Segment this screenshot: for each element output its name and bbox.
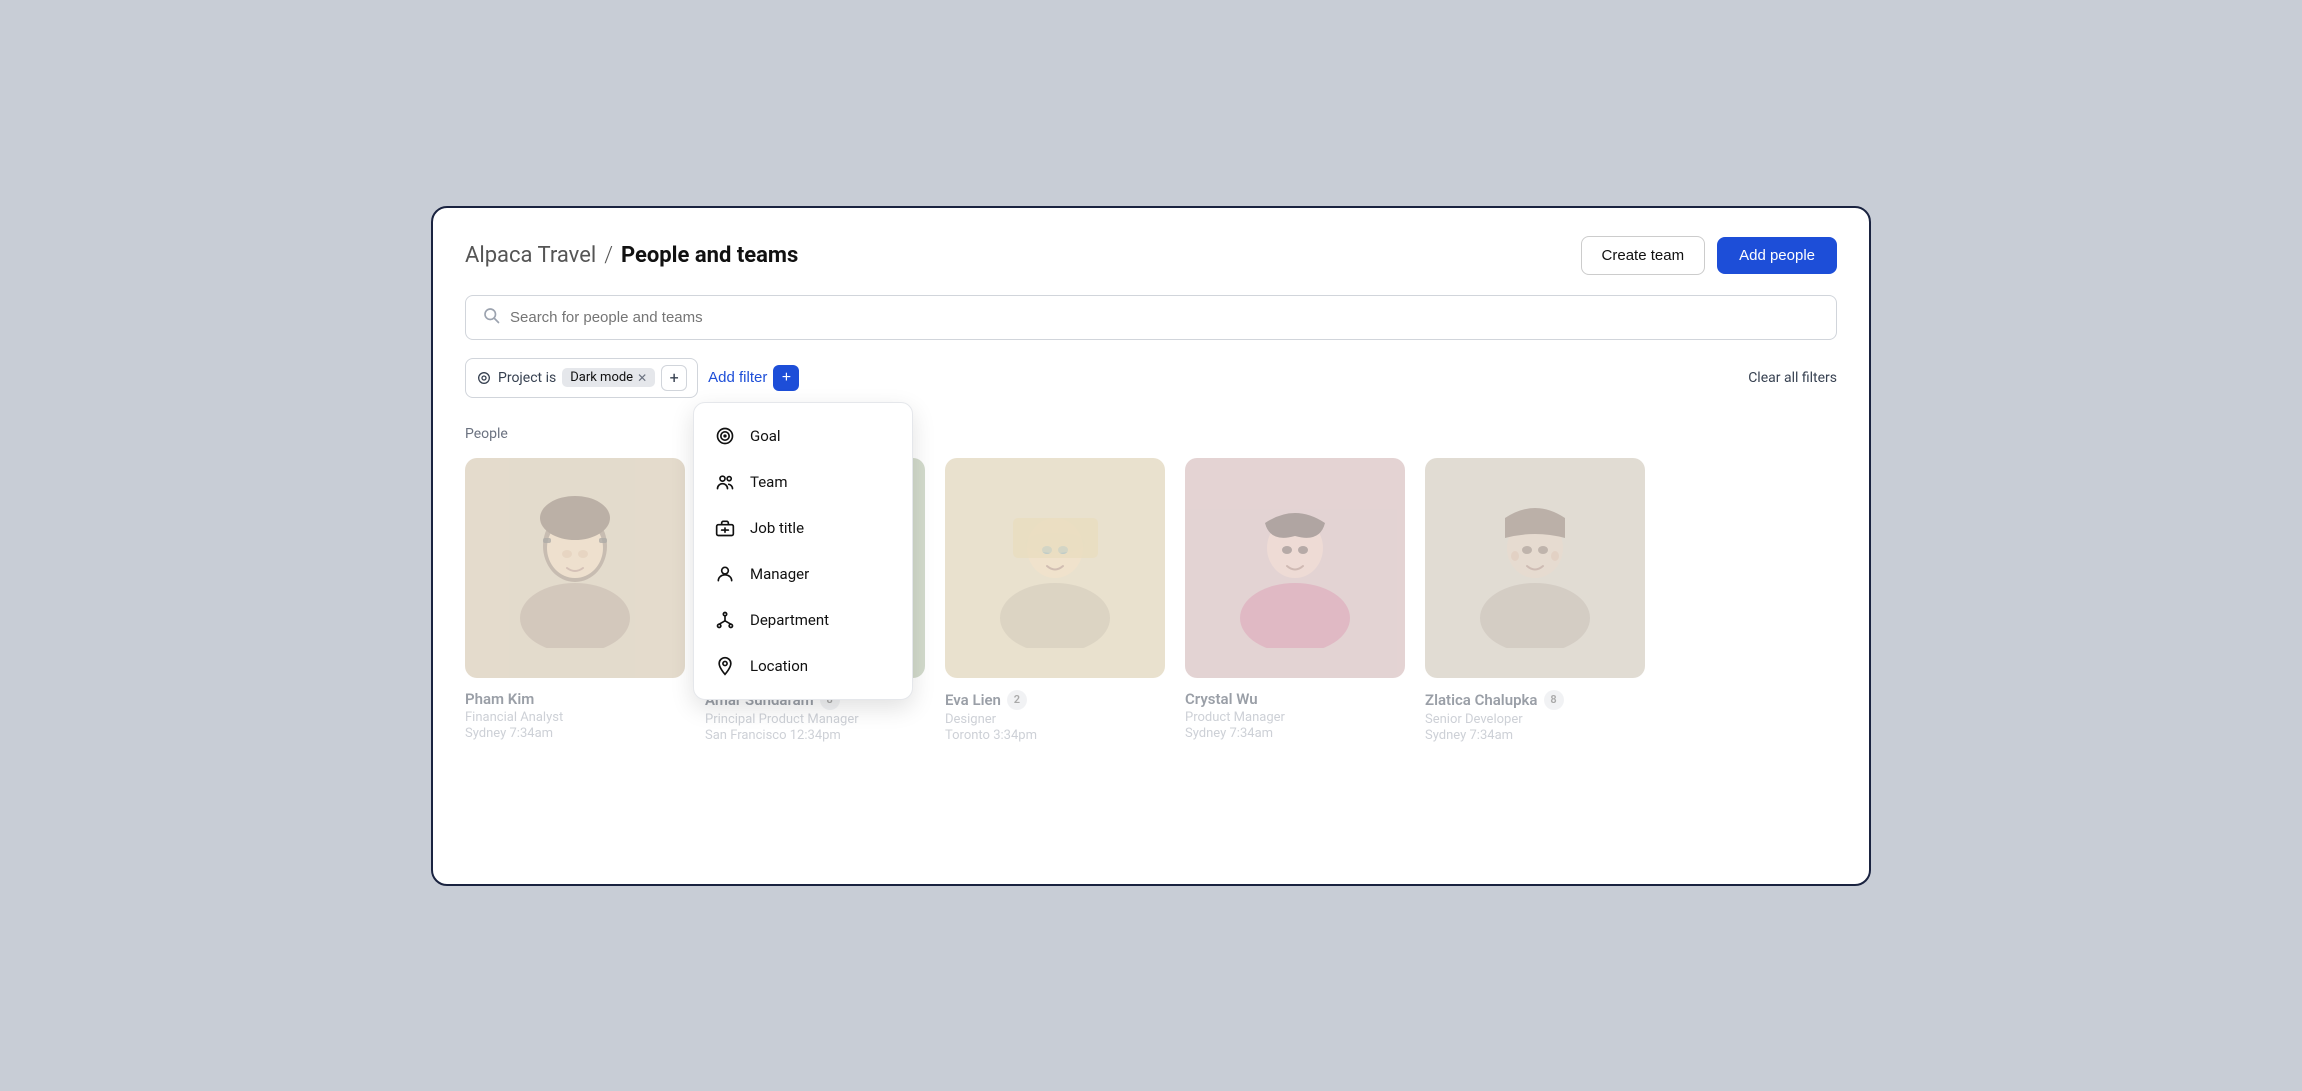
add-filter-plus-icon: + [773,365,799,391]
clear-all-filters-button[interactable]: Clear all filters [1748,370,1837,386]
filter-project-label: Project is [498,370,556,386]
person-role-5: Senior Developer [1425,712,1523,727]
breadcrumb-sep: / [604,243,613,268]
dropdown-item-goal[interactable]: Goal [694,413,912,459]
dropdown-item-job-title[interactable]: Job title [694,505,912,551]
person-role-2: Principal Product Manager [705,712,859,727]
location-icon [714,655,736,677]
dropdown-manager-label: Manager [750,565,809,583]
filter-tag-project: Project is Dark mode ✕ + [465,358,698,398]
filter-project-value: Dark mode ✕ [562,368,655,387]
add-people-button[interactable]: Add people [1717,237,1837,274]
person-name-1: Pham Kim [465,690,534,708]
person-role-4: Product Manager [1185,710,1285,725]
filter-bar: Project is Dark mode ✕ + Add filter + Cl… [465,358,1837,398]
filter-tag-add-button[interactable]: + [661,365,687,391]
avatar-5 [1425,458,1645,678]
dropdown-department-label: Department [750,611,829,629]
avatar-3 [945,458,1165,678]
filter-dropdown: Goal Team [693,402,913,700]
dropdown-team-label: Team [750,473,788,491]
page-title: People and teams [621,243,798,268]
search-input[interactable] [510,309,1820,326]
dropdown-item-team[interactable]: Team [694,459,912,505]
person-card-1[interactable]: Pham Kim Financial Analyst Sydney 7:34am [465,458,685,743]
dropdown-goal-label: Goal [750,427,781,445]
breadcrumb: Alpaca Travel / People and teams [465,243,798,268]
filter-remove-button[interactable]: ✕ [637,371,647,385]
search-bar [465,295,1837,340]
person-badge-3: 2 [1007,690,1027,710]
briefcase-icon [714,517,736,539]
person-name-3: Eva Lien 2 [945,690,1027,710]
person-location-3: Toronto 3:34pm [945,728,1037,743]
team-icon [714,471,736,493]
dropdown-location-label: Location [750,657,808,675]
filter-icon [476,370,492,386]
person-card-4[interactable]: Crystal Wu Product Manager Sydney 7:34am [1185,458,1405,743]
app-window: Alpaca Travel / People and teams Create … [431,206,1871,886]
person-location-4: Sydney 7:34am [1185,726,1273,741]
person-location-2: San Francisco 12:34pm [705,728,841,743]
person-role-3: Designer [945,712,996,727]
people-grid: Pham Kim Financial Analyst Sydney 7:34am [465,458,1837,743]
person-name-5: Zlatica Chalupka 8 [1425,690,1564,710]
person-location-5: Sydney 7:34am [1425,728,1513,743]
section-label: People [465,426,1837,442]
add-filter-label: Add filter [708,369,767,386]
person-name-4: Crystal Wu [1185,690,1258,708]
avatar-4 [1185,458,1405,678]
dropdown-item-manager[interactable]: Manager [694,551,912,597]
person-card-5[interactable]: Zlatica Chalupka 8 Senior Developer Sydn… [1425,458,1645,743]
person-icon [714,563,736,585]
person-role-1: Financial Analyst [465,710,563,725]
breadcrumb-parent: Alpaca Travel [465,243,596,268]
person-card-3[interactable]: Eva Lien 2 Designer Toronto 3:34pm [945,458,1165,743]
header: Alpaca Travel / People and teams Create … [465,236,1837,275]
search-icon [482,306,500,329]
create-team-button[interactable]: Create team [1581,236,1706,275]
dropdown-jobtitle-label: Job title [750,519,804,537]
dropdown-item-location[interactable]: Location [694,643,912,689]
person-location-1: Sydney 7:34am [465,726,553,741]
add-filter-button[interactable]: Add filter + [708,365,799,391]
department-icon [714,609,736,631]
person-badge-5: 8 [1544,690,1564,710]
header-actions: Create team Add people [1581,236,1837,275]
dropdown-item-department[interactable]: Department [694,597,912,643]
avatar-1 [465,458,685,678]
goal-icon [714,425,736,447]
